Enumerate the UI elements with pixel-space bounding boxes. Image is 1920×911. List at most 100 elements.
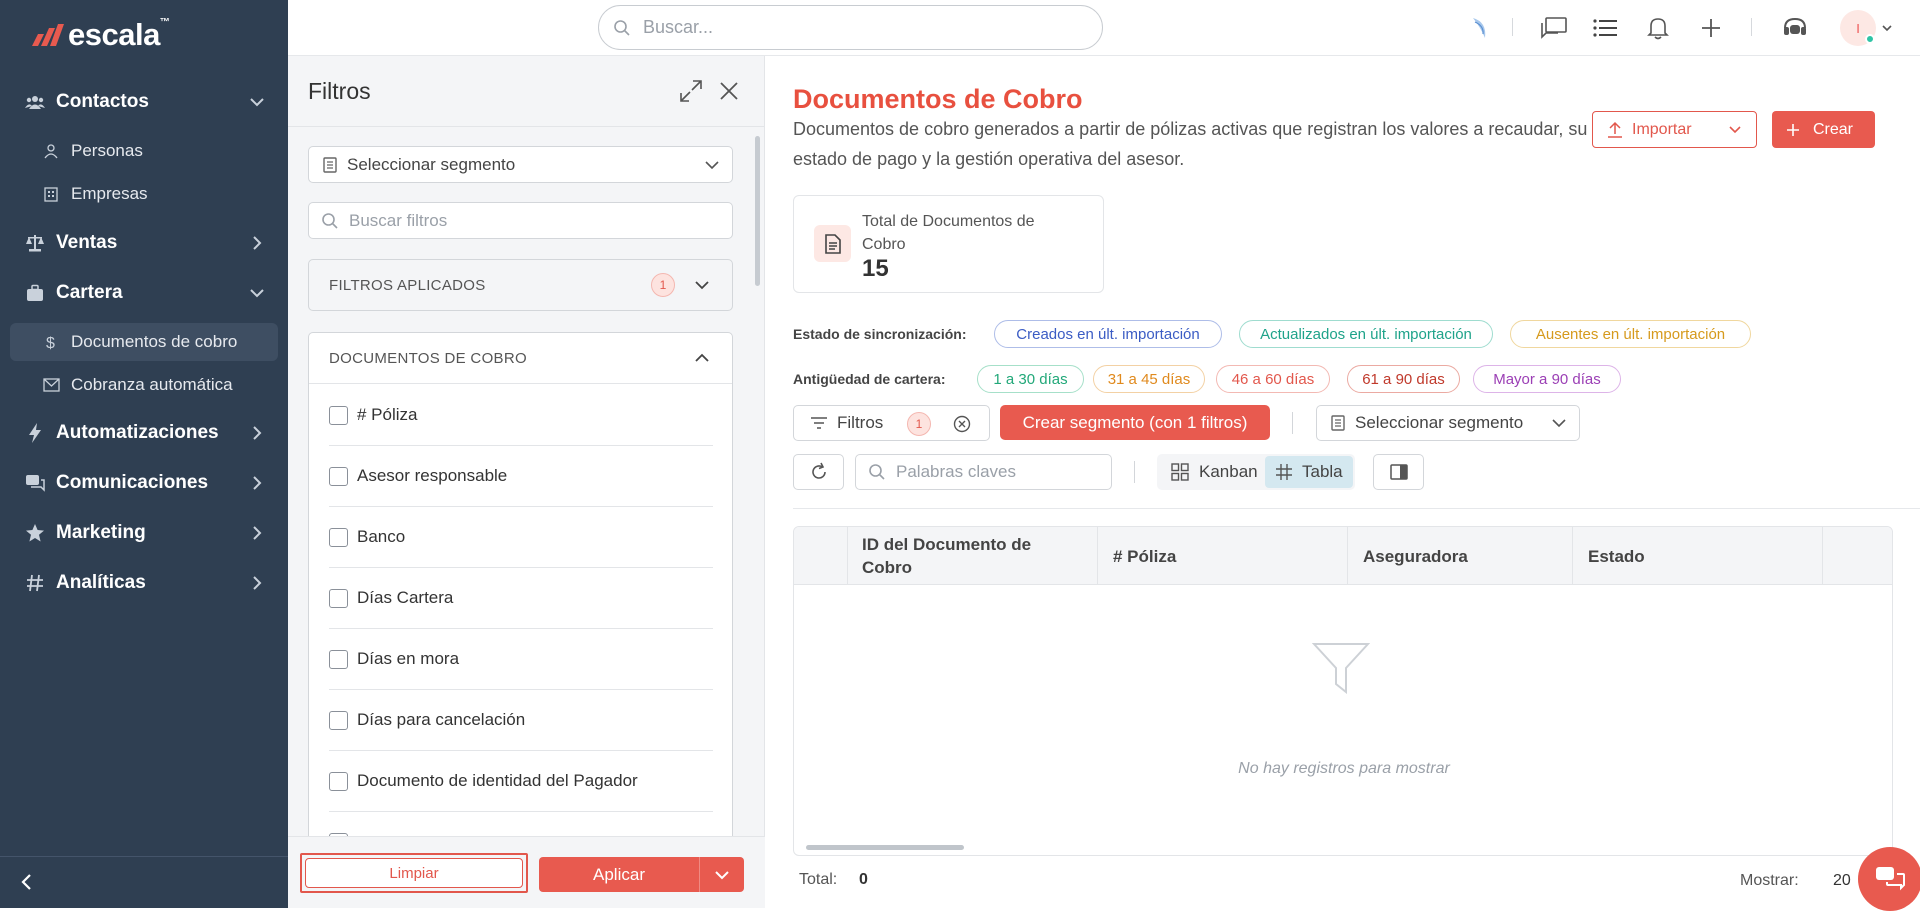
checkbox[interactable] bbox=[329, 771, 348, 791]
portfolio-age-label: Antigüedad de cartera: bbox=[793, 371, 946, 387]
filters-scrollbar[interactable] bbox=[755, 136, 760, 286]
checkbox[interactable] bbox=[329, 649, 348, 669]
nav-label: Automatizaciones bbox=[56, 422, 219, 443]
sync-chip-absent[interactable]: Ausentes en últ. importación bbox=[1510, 320, 1751, 348]
filter-search-input[interactable] bbox=[349, 210, 709, 231]
sidebar: escala™ Contactos Personas Empresas Vent… bbox=[0, 0, 288, 908]
create-segment-button[interactable]: Crear segmento (con 1 filtros) bbox=[1000, 405, 1270, 440]
list-icon[interactable] bbox=[1591, 14, 1619, 42]
mail-icon bbox=[42, 376, 60, 394]
expand-icon[interactable] bbox=[678, 78, 704, 104]
filter-search[interactable] bbox=[308, 202, 733, 239]
global-search[interactable] bbox=[598, 5, 1103, 50]
kpi-label: Total de Documentos de Cobro bbox=[862, 213, 1035, 253]
view-kanban-button[interactable]: Kanban bbox=[1159, 456, 1263, 488]
filter-option[interactable]: Días para cancelación bbox=[329, 690, 713, 751]
nav-documentos-de-cobro[interactable]: $ Documentos de cobro bbox=[10, 323, 278, 361]
nav-empresas[interactable]: Empresas bbox=[10, 175, 278, 213]
checkbox[interactable] bbox=[329, 527, 348, 547]
apply-options-dropdown[interactable] bbox=[699, 857, 744, 892]
table-horizontal-scrollbar[interactable] bbox=[806, 845, 964, 850]
filter-option-label: Banco bbox=[357, 527, 406, 546]
filter-option[interactable]: Asesor responsable bbox=[329, 446, 713, 507]
filters-title: Filtros bbox=[308, 78, 371, 104]
wing-icon[interactable] bbox=[1466, 14, 1494, 42]
filter-option[interactable]: # Póliza bbox=[329, 385, 713, 446]
chevron-right-icon bbox=[253, 236, 262, 250]
age-chip-61-90[interactable]: 61 a 90 días bbox=[1347, 365, 1460, 393]
global-search-input[interactable] bbox=[643, 17, 1063, 38]
messages-icon bbox=[24, 472, 46, 494]
nav-analiticas[interactable]: Analíticas bbox=[0, 561, 288, 605]
nav-cartera[interactable]: Cartera bbox=[0, 271, 288, 315]
create-button[interactable]: Crear bbox=[1772, 111, 1875, 148]
total-label: Total: bbox=[799, 871, 838, 888]
total-value: 0 bbox=[859, 871, 868, 888]
close-icon[interactable] bbox=[716, 78, 742, 104]
nav-comunicaciones[interactable]: Comunicaciones bbox=[0, 461, 288, 505]
segment-select[interactable]: Seleccionar segmento bbox=[308, 146, 733, 183]
nav-personas[interactable]: Personas bbox=[10, 132, 278, 170]
nav-label: Cobranza automática bbox=[71, 375, 233, 394]
nav-ventas[interactable]: Ventas bbox=[0, 221, 288, 265]
checkbox[interactable] bbox=[329, 466, 348, 486]
column-header[interactable]: ID del Documento de Cobro bbox=[848, 527, 1098, 585]
filter-section-header[interactable]: DOCUMENTOS DE COBRO bbox=[309, 333, 732, 384]
page-size-select[interactable]: 20 bbox=[1833, 872, 1851, 890]
apply-filters-button[interactable]: Aplicar bbox=[539, 857, 699, 892]
sync-chip-updated[interactable]: Actualizados en últ. importación bbox=[1239, 320, 1493, 348]
column-header[interactable]: # Póliza bbox=[1098, 527, 1348, 585]
clear-filters-button[interactable]: Limpiar bbox=[300, 853, 528, 893]
import-button[interactable]: Importar bbox=[1592, 111, 1757, 148]
chevron-down-icon bbox=[250, 98, 264, 107]
create-segment-label: Crear segmento (con 1 filtros) bbox=[1022, 412, 1248, 432]
filter-option[interactable]: Documento de identidad del Pagador bbox=[329, 751, 713, 812]
columns-toggle-button[interactable] bbox=[1373, 454, 1424, 490]
collapse-sidebar-icon[interactable] bbox=[16, 871, 38, 893]
kpi-value: 15 bbox=[862, 255, 889, 282]
sync-chip-created[interactable]: Creados en últ. importación bbox=[994, 320, 1222, 348]
applied-filters-accordion[interactable]: FILTROS APLICADOS 1 bbox=[308, 259, 733, 311]
filters-toggle-label: Filtros bbox=[837, 413, 884, 432]
chat-icon[interactable] bbox=[1540, 14, 1568, 42]
support-icon[interactable] bbox=[1781, 14, 1809, 42]
checkbox[interactable] bbox=[329, 710, 348, 730]
keyword-search[interactable] bbox=[855, 454, 1112, 490]
search-icon bbox=[322, 212, 338, 229]
filter-option[interactable]: Banco bbox=[329, 507, 713, 568]
filter-option[interactable]: Días Cartera bbox=[329, 568, 713, 629]
chevron-right-icon bbox=[253, 526, 262, 540]
create-label: Crear bbox=[1813, 120, 1854, 138]
age-chip-31-45[interactable]: 31 a 45 días bbox=[1093, 365, 1205, 393]
segment-select[interactable]: Seleccionar segmento bbox=[1316, 405, 1580, 441]
age-chip-46-60[interactable]: 46 a 60 días bbox=[1216, 365, 1330, 393]
nav-marketing[interactable]: Marketing bbox=[0, 511, 288, 555]
nav-automatizaciones[interactable]: Automatizaciones bbox=[0, 411, 288, 455]
live-chat-button[interactable] bbox=[1858, 847, 1920, 911]
view-switcher: Kanban Tabla bbox=[1157, 454, 1355, 490]
nav-cobranza-automatica[interactable]: Cobranza automática bbox=[10, 366, 278, 404]
checkbox[interactable] bbox=[329, 588, 348, 608]
column-header[interactable]: Aseguradora bbox=[1348, 527, 1573, 585]
toolbar-separator bbox=[1134, 461, 1135, 483]
clear-circle-icon[interactable] bbox=[953, 415, 971, 433]
nav-contactos[interactable]: Contactos bbox=[0, 80, 288, 124]
refresh-button[interactable] bbox=[793, 454, 844, 490]
keyword-search-input[interactable] bbox=[896, 462, 1096, 482]
filter-section-label: DOCUMENTOS DE COBRO bbox=[329, 349, 527, 367]
bell-icon[interactable] bbox=[1644, 14, 1672, 42]
age-chip-over-90[interactable]: Mayor a 90 días bbox=[1473, 365, 1621, 393]
person-icon bbox=[42, 142, 60, 160]
topbar: I bbox=[288, 0, 1920, 56]
brand-logo[interactable]: escala™ bbox=[30, 17, 170, 52]
checkbox[interactable] bbox=[329, 405, 348, 425]
filter-option-label: Documento de identidad del Pagador bbox=[357, 771, 638, 790]
view-table-button[interactable]: Tabla bbox=[1265, 456, 1353, 488]
filters-toggle[interactable]: Filtros 1 bbox=[793, 405, 990, 441]
filter-option[interactable]: Días en mora bbox=[329, 629, 713, 690]
column-header[interactable]: Estado bbox=[1573, 527, 1823, 585]
plus-icon[interactable] bbox=[1697, 14, 1725, 42]
chevron-down-icon[interactable] bbox=[1882, 24, 1892, 32]
users-icon bbox=[24, 91, 46, 113]
age-chip-1-30[interactable]: 1 a 30 días bbox=[977, 365, 1084, 393]
